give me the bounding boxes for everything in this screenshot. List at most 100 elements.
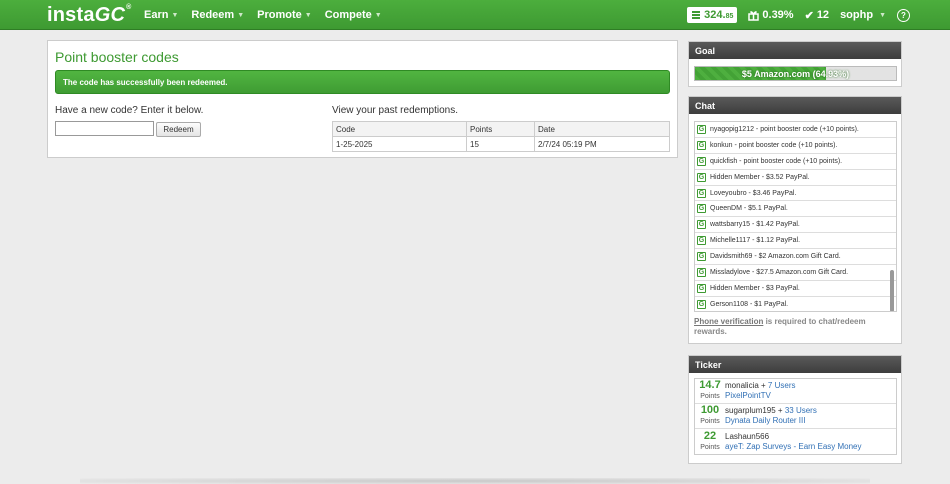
ticker-row: 100 Points sugarplum195 + 33 Users Dynata … — [695, 404, 896, 429]
ticker-points: 100 — [700, 404, 720, 416]
points-balance-badge[interactable]: 324.85 — [687, 7, 738, 23]
logo-reg-mark: ® — [126, 4, 132, 11]
chat-item-text: Missladylove - $27.5 Amazon.com Gift Car… — [710, 268, 849, 276]
code-input[interactable] — [55, 121, 154, 136]
top-nav-bar: instaGC® Earn ▼ Redeem ▼ Promote ▼ Compete ▼… — [0, 0, 950, 30]
ticker-plus: + — [775, 406, 785, 415]
chat-item: Gquickfish - point booster code (+10 poi… — [695, 154, 896, 170]
redeem-button[interactable]: Redeem — [156, 122, 201, 137]
chevron-down-icon: ▼ — [879, 11, 886, 19]
chat-scrollbar[interactable] — [890, 270, 894, 311]
ticker-users-link[interactable]: 33 Users — [785, 406, 817, 415]
chat-item-text: Gerson1108 - $1 PayPal. — [710, 300, 789, 308]
chat-item: G Hidden Member - $3 PayPal. — [695, 281, 896, 297]
points-balance: 324. — [704, 9, 726, 21]
logo-text: insta — [47, 4, 95, 26]
ticker-plus: + — [758, 381, 768, 390]
goal-header: Goal — [689, 42, 901, 59]
ticker-user[interactable]: sugarplum195 — [725, 406, 776, 415]
ticker-header: Ticker — [689, 356, 901, 373]
ticker-list: 14.7 Points monalicia + 7 Users PixelPoint… — [694, 378, 897, 455]
success-alert: The code has successfully been redeemed. — [55, 70, 670, 94]
help-icon[interactable]: ? — [897, 8, 910, 22]
ticker-user[interactable]: monalicia — [725, 381, 759, 390]
ticker-points-label: Points — [700, 418, 720, 425]
goal-progress-bar[interactable]: $5 Amazon.com (64.93%) — [694, 66, 897, 81]
chat-panel: Chat Gnyagopig1212 - point booster code … — [688, 96, 902, 344]
nav-earn[interactable]: Earn ▼ — [144, 9, 178, 21]
table-row: 1-25-2025 15 2/7/24 05:19 PM — [332, 136, 670, 152]
table-header-row: Code Points Date — [332, 121, 670, 137]
instagc-icon: G — [697, 267, 706, 277]
instagc-icon: G — [697, 252, 706, 262]
instagc-icon: G — [697, 299, 706, 309]
chevron-down-icon: ▼ — [171, 11, 179, 19]
chat-list[interactable]: Gnyagopig1212 - point booster code (+10 … — [694, 121, 897, 312]
ticker-points-label: Points — [700, 393, 720, 400]
cell-code: 1-25-2025 — [332, 136, 467, 152]
chat-item-text: Hidden Member - $3 PayPal. — [710, 284, 800, 292]
column-header-code: Code — [332, 121, 467, 137]
instagc-icon: G — [697, 156, 706, 166]
nav-compete[interactable]: Compete ▼ — [325, 9, 382, 21]
logo-text-gc: GC — [94, 4, 126, 26]
enter-code-label: Have a new code? Enter it below. — [55, 105, 204, 116]
goal-panel: Goal $5 Amazon.com (64.93%) — [688, 41, 902, 87]
ticker-points: 22 — [703, 429, 717, 442]
page-title: Point booster codes — [55, 49, 179, 65]
ticker-points: 14.7 — [699, 379, 721, 391]
completed-count: 12 — [816, 9, 830, 21]
ticker-users-link[interactable]: 7 Users — [768, 381, 796, 390]
gift-icon — [748, 10, 760, 21]
cell-points: 15 — [466, 136, 535, 152]
chat-item: G Davidsmith69 - $2 Amazon.com Gift Card. — [695, 249, 896, 266]
phone-verification-link[interactable]: Phone verification — [694, 317, 763, 326]
ticker-points-label: Points — [700, 443, 720, 451]
ticker-offer-link[interactable]: ayeT: Zap Surveys - Earn Easy Money — [725, 442, 862, 451]
goal-progress-text: $5 Amazon.com (64.93%) — [741, 69, 850, 79]
instagc-icon: G — [697, 188, 706, 198]
instagc-icon: G — [697, 172, 706, 182]
ticker-panel: Ticker 14.7 Points monalicia + 7 Users Pix… — [688, 355, 902, 464]
points-balance-decimal: 85 — [725, 13, 734, 20]
instagc-logo[interactable]: instaGC® — [47, 4, 131, 27]
user-bar: 324.85 0.39% ✔ 12 sophp ▼ ? — [687, 7, 910, 23]
chat-item-text: Davidsmith69 - $2 Amazon.com Gift Card. — [710, 253, 841, 261]
instagc-icon: G — [697, 220, 706, 230]
instagc-icon: G — [697, 236, 706, 246]
chat-item: G Missladylove - $27.5 Amazon.com Gift Ca… — [695, 265, 896, 281]
chat-item-text: Hidden Member - $3.52 PayPal. — [710, 173, 810, 181]
ticker-offer-link[interactable]: Dynata Daily Router III — [725, 416, 805, 425]
chat-item: G Hidden Member - $3.52 PayPal. — [695, 170, 896, 186]
cell-date: 2/7/24 05:19 PM — [534, 136, 670, 152]
chat-item-text: QueenDM - $5.1 PayPal. — [710, 205, 788, 213]
user-menu[interactable]: sophp ▼ — [840, 9, 886, 21]
chat-item-text: quickfish - point booster code (+10 poin… — [710, 157, 843, 165]
chat-item: G Loveyoubro - $3.46 PayPal. — [695, 186, 896, 202]
column-header-points: Points — [466, 121, 535, 137]
nav-earn-label: Earn — [144, 9, 169, 21]
coins-icon — [692, 11, 701, 19]
chat-item-text: Michelle1117 - $1.12 PayPal. — [710, 237, 801, 245]
nav-redeem-label: Redeem — [191, 9, 235, 21]
chat-item: G Gerson1108 - $1 PayPal. — [695, 297, 896, 311]
checkmark-icon: ✔ — [804, 9, 814, 22]
ticker-user[interactable]: Lashaun566 — [725, 432, 769, 441]
column-header-date: Date — [534, 121, 670, 137]
instagc-icon: G — [697, 124, 706, 134]
instagc-icon: G — [697, 283, 706, 293]
ticker-offer-link[interactable]: PixelPointTV — [725, 391, 771, 400]
rate-stat[interactable]: 0.39% — [748, 9, 794, 21]
chat-header: Chat — [689, 97, 901, 114]
nav-redeem[interactable]: Redeem ▼ — [191, 9, 244, 21]
completed-stat[interactable]: ✔ 12 — [805, 9, 829, 22]
past-redemptions-label: View your past redemptions. — [332, 105, 458, 116]
chat-item: Gkonkun - point booster code (+10 points… — [695, 138, 896, 154]
chat-item-text: Loveyoubro - $3.46 PayPal. — [710, 189, 797, 197]
nav-promote-label: Promote — [257, 9, 302, 21]
username: sophp — [840, 9, 874, 21]
nav-compete-label: Compete — [324, 9, 372, 21]
ticker-row: 22 Points Lashaun566 ayeT: Zap Surveys - E… — [695, 429, 896, 454]
nav-promote[interactable]: Promote ▼ — [257, 9, 312, 21]
chat-item-text: nyagopig1212 - point booster code (+10 p… — [710, 125, 859, 133]
